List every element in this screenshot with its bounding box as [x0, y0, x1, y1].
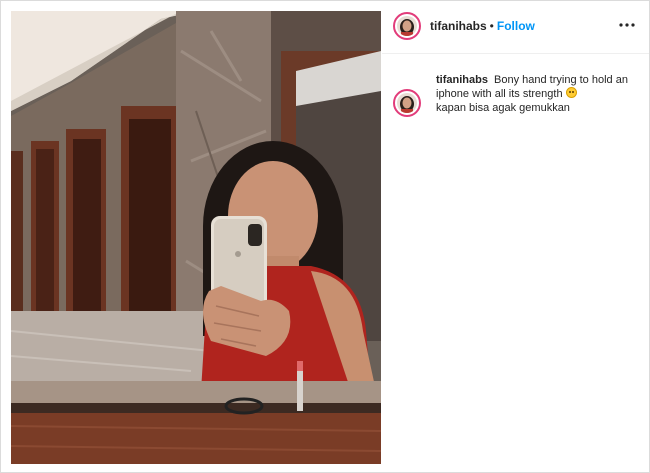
instagram-post-embed: tifanihabs • Follow tifanihabs Bony hand… — [0, 0, 650, 473]
caption-text: tifanihabs Bony hand trying to hold an i… — [436, 73, 636, 115]
post-photo[interactable] — [11, 11, 381, 464]
avatar-image — [397, 16, 417, 36]
follow-button[interactable]: Follow — [497, 19, 535, 33]
more-options-icon[interactable] — [617, 17, 637, 35]
avatar[interactable] — [393, 12, 421, 40]
caption-username[interactable]: tifanihabs — [436, 74, 488, 86]
post-header: tifanihabs • Follow — [382, 1, 649, 54]
avatar[interactable] — [393, 89, 421, 117]
mirror-selfie-image — [11, 11, 381, 464]
post-side-panel: tifanihabs • Follow tifanihabs Bony hand… — [382, 1, 649, 472]
avatar-image — [397, 93, 417, 113]
caption-body-2: kapan bisa agak gemukkan — [436, 102, 570, 114]
rolling-eyes-emoji-icon — [565, 87, 577, 98]
username-link[interactable]: tifanihabs — [430, 19, 487, 33]
header-names: tifanihabs • Follow — [430, 18, 535, 34]
separator-dot: • — [489, 19, 494, 33]
